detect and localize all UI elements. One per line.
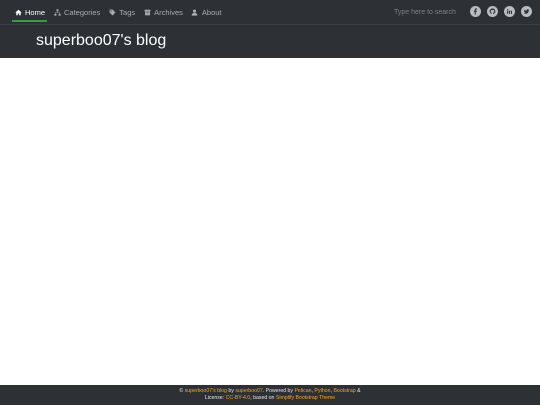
footer-line-1: © superboo07's blog by superboo07. Power…	[0, 388, 540, 395]
github-icon[interactable]	[487, 6, 498, 17]
nav-item-tags[interactable]: Tags	[108, 0, 135, 24]
footer-python-link[interactable]: Python	[314, 388, 330, 394]
nav-label-archives: Archives	[154, 7, 183, 17]
footer-line-2: License: CC-BY-4.0, based on Simplify Bo…	[0, 395, 540, 402]
tag-icon	[108, 8, 116, 16]
nav-label-tags: Tags	[119, 7, 136, 17]
facebook-icon[interactable]	[470, 6, 481, 17]
sitemap-icon	[53, 8, 61, 16]
nav-item-categories[interactable]: Categories	[53, 0, 100, 24]
nav-label-categories: Categories	[64, 7, 101, 17]
nav-item-about[interactable]: About	[191, 0, 222, 24]
footer-comma-2: ,	[330, 388, 332, 394]
nav-label-home: Home	[25, 7, 46, 17]
site-title[interactable]: superboo07's blog	[36, 31, 166, 51]
top-navbar: Home Categories Tags Archives About Type…	[0, 0, 540, 24]
footer-pelican-link[interactable]: Pelican	[294, 388, 311, 394]
footer-license-link[interactable]: CC-BY-4.0	[226, 395, 251, 401]
site-header: superboo07's blog	[0, 24, 540, 58]
nav-label-about: About	[201, 7, 222, 17]
page: Home Categories Tags Archives About Type…	[0, 0, 540, 405]
footer-by-text: by	[228, 388, 234, 394]
nav-item-home[interactable]: Home	[11, 0, 48, 24]
footer-author-link[interactable]: superboo07	[235, 388, 262, 394]
main-content	[0, 58, 540, 385]
nav-menu: Home Categories Tags Archives About	[11, 0, 230, 24]
site-footer: © superboo07's blog by superboo07. Power…	[0, 385, 540, 405]
twitter-icon[interactable]	[521, 6, 532, 17]
footer-powered-text: . Powered by	[262, 388, 294, 394]
footer-license-label: License:	[204, 395, 225, 401]
copyright-symbol: ©	[179, 388, 184, 394]
social-links	[470, 6, 532, 17]
nav-item-archives[interactable]: Archives	[143, 0, 183, 24]
footer-blog-link[interactable]: superboo07's blog	[185, 388, 227, 394]
footer-bootstrap-link[interactable]: Bootstrap	[333, 388, 355, 394]
linkedin-icon[interactable]	[504, 6, 515, 17]
home-icon	[14, 8, 22, 16]
footer-based-on-text: , based on	[250, 395, 275, 401]
search-input[interactable]	[390, 5, 460, 19]
archive-icon	[143, 8, 151, 16]
user-icon	[191, 8, 199, 16]
footer-amp: &	[357, 388, 361, 394]
footer-theme-link[interactable]: Simplify Bootstrap Theme	[276, 395, 335, 401]
footer-comma-1: ,	[311, 388, 313, 394]
